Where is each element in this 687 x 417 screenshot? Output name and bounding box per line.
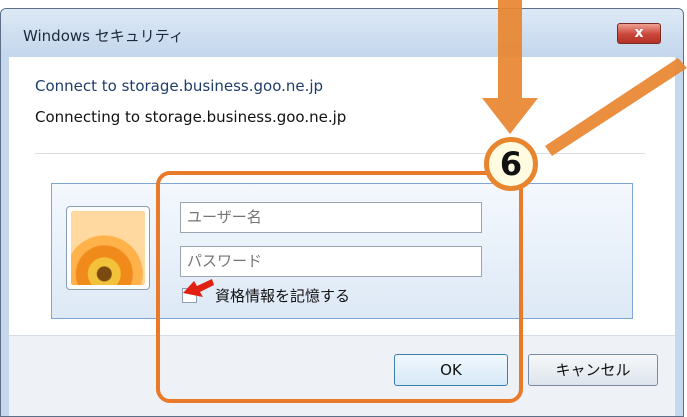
dialog-title: Windows セキュリティ <box>23 27 184 45</box>
close-button[interactable]: x <box>617 23 661 44</box>
divider <box>35 153 645 154</box>
annotation-highlight-box <box>156 171 523 403</box>
step-number-badge: 6 <box>484 137 538 191</box>
connecting-message: Connecting to storage.business.goo.ne.jp <box>35 108 347 126</box>
close-icon: x <box>634 25 644 41</box>
avatar <box>66 206 150 290</box>
cancel-button[interactable]: キャンセル <box>528 354 658 386</box>
flower-avatar-icon <box>71 211 145 285</box>
connect-message: Connect to storage.business.goo.ne.jp <box>35 77 324 95</box>
title-bar: Windows セキュリティ x <box>1 9 683 57</box>
